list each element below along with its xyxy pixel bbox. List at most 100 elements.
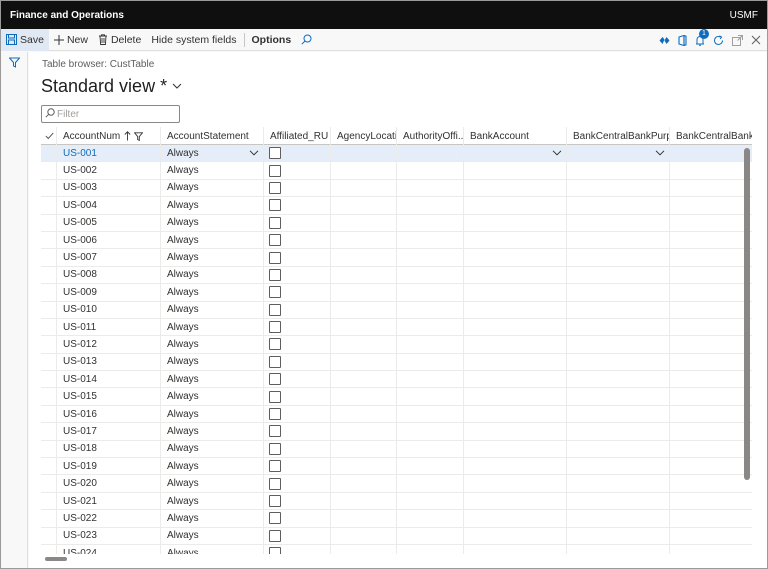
table-row[interactable]: US-009 Always	[41, 284, 752, 302]
cell-accountnum[interactable]: US-013	[57, 353, 161, 371]
cell-accountstatement[interactable]: Always	[161, 440, 264, 458]
cell-authorityoffice[interactable]	[397, 510, 464, 527]
save-button[interactable]: Save	[1, 28, 49, 51]
cell-bankaccount[interactable]	[464, 179, 567, 197]
affiliated-ru-checkbox[interactable]	[269, 529, 281, 542]
cell-accountstatement[interactable]: Always	[161, 336, 264, 353]
cell-agencylocation[interactable]	[331, 336, 397, 353]
affiliated-ru-checkbox[interactable]	[269, 355, 281, 368]
cell-accountstatement[interactable]: Always	[161, 510, 264, 527]
cell-agencylocation[interactable]	[331, 405, 397, 423]
cell-bankaccount[interactable]	[464, 249, 567, 266]
affiliated-ru-checkbox[interactable]	[269, 251, 281, 264]
cell-bankcentralbank[interactable]	[670, 493, 752, 509]
cell-accountstatement[interactable]: Always	[161, 405, 264, 423]
cell-agencylocation[interactable]	[331, 301, 397, 318]
cell-bankcentralbankpurpose[interactable]	[567, 371, 670, 388]
cell-agencylocation[interactable]	[331, 145, 397, 162]
cell-bankcentralbank[interactable]	[670, 284, 752, 300]
cell-bankcentralbankpurpose[interactable]	[567, 214, 670, 231]
cell-accountnum[interactable]: US-022	[57, 510, 161, 527]
cell-bankcentralbank[interactable]	[670, 371, 752, 387]
cell-bankcentralbankpurpose[interactable]	[567, 544, 670, 554]
chevron-down-icon[interactable]	[655, 148, 665, 159]
affiliated-ru-checkbox[interactable]	[269, 164, 281, 177]
cell-bankaccount[interactable]	[464, 458, 567, 475]
cell-authorityoffice[interactable]	[397, 388, 464, 405]
cell-bankaccount[interactable]	[464, 197, 567, 214]
options-tab[interactable]: Options	[247, 29, 297, 51]
cell-bankaccount[interactable]	[464, 318, 567, 336]
row-selector[interactable]	[41, 353, 57, 371]
affiliated-ru-checkbox[interactable]	[269, 477, 281, 490]
cell-agencylocation[interactable]	[331, 179, 397, 197]
affiliated-ru-checkbox[interactable]	[269, 425, 281, 438]
cell-bankaccount[interactable]	[464, 440, 567, 458]
cell-authorityoffice[interactable]	[397, 284, 464, 301]
affiliated-ru-checkbox[interactable]	[269, 303, 281, 316]
hide-system-fields-button[interactable]: Hide system fields	[146, 29, 241, 51]
row-selector[interactable]	[41, 284, 57, 301]
cell-bankaccount[interactable]	[464, 301, 567, 318]
affiliated-ru-checkbox[interactable]	[269, 147, 281, 160]
cell-accountstatement[interactable]: Always	[161, 179, 264, 197]
cell-accountstatement[interactable]: Always	[161, 231, 264, 249]
row-selector[interactable]	[41, 336, 57, 353]
cell-accountstatement[interactable]: Always	[161, 423, 264, 440]
row-selector[interactable]	[41, 492, 57, 510]
table-row[interactable]: US-010 Always	[41, 301, 752, 319]
cell-bankaccount[interactable]	[464, 231, 567, 249]
row-selector[interactable]	[41, 440, 57, 458]
table-row[interactable]: US-015 Always	[41, 388, 752, 406]
cell-bankcentralbank[interactable]	[670, 215, 752, 231]
table-row[interactable]: US-021 Always	[41, 492, 752, 511]
cell-accountstatement[interactable]: Always	[161, 284, 264, 301]
affiliated-ru-checkbox[interactable]	[269, 373, 281, 386]
cell-agencylocation[interactable]	[331, 423, 397, 440]
table-row[interactable]: US-014 Always	[41, 371, 752, 389]
affiliated-ru-checkbox[interactable]	[269, 268, 281, 281]
close-icon[interactable]	[751, 35, 761, 45]
cell-authorityoffice[interactable]	[397, 544, 464, 554]
table-row[interactable]: US-013 Always	[41, 353, 752, 372]
cell-authorityoffice[interactable]	[397, 249, 464, 266]
cell-bankcentralbank[interactable]	[670, 545, 752, 554]
cell-agencylocation[interactable]	[331, 231, 397, 249]
cell-accountnum[interactable]: US-009	[57, 284, 161, 301]
cell-bankcentralbankpurpose[interactable]	[567, 301, 670, 318]
vertical-scrollbar[interactable]	[744, 148, 750, 480]
cell-accountnum[interactable]: US-016	[57, 405, 161, 423]
cell-accountnum[interactable]: US-001	[57, 145, 161, 162]
cell-bankcentralbank[interactable]	[670, 406, 752, 422]
column-header-authorityoffice[interactable]: AuthorityOffi...	[397, 127, 464, 145]
cell-agencylocation[interactable]	[331, 249, 397, 266]
cell-authorityoffice[interactable]	[397, 527, 464, 544]
cell-accountnum[interactable]: US-021	[57, 492, 161, 510]
cell-bankcentralbankpurpose[interactable]	[567, 527, 670, 544]
cell-bankcentralbank[interactable]	[670, 475, 752, 491]
cell-bankcentralbank[interactable]	[670, 180, 752, 196]
cell-agencylocation[interactable]	[331, 214, 397, 231]
cell-accountnum[interactable]: US-015	[57, 388, 161, 405]
cell-accountstatement[interactable]: Always	[161, 197, 264, 214]
table-row[interactable]: US-012 Always	[41, 336, 752, 354]
cell-bankcentralbankpurpose[interactable]	[567, 353, 670, 371]
cell-agencylocation[interactable]	[331, 527, 397, 544]
cell-accountnum[interactable]: US-008	[57, 266, 161, 284]
cell-bankaccount[interactable]	[464, 405, 567, 423]
cell-bankcentralbank[interactable]	[670, 162, 752, 178]
row-selector[interactable]	[41, 214, 57, 231]
cell-accountnum[interactable]: US-010	[57, 301, 161, 318]
cell-agencylocation[interactable]	[331, 388, 397, 405]
company-picker[interactable]: USMF	[730, 10, 758, 21]
cell-agencylocation[interactable]	[331, 544, 397, 554]
cell-authorityoffice[interactable]	[397, 214, 464, 231]
cell-accountstatement[interactable]: Always	[161, 388, 264, 405]
cell-accountnum[interactable]: US-006	[57, 231, 161, 249]
cell-accountnum[interactable]: US-004	[57, 197, 161, 214]
cell-bankaccount[interactable]	[464, 475, 567, 492]
cell-bankaccount[interactable]	[464, 544, 567, 554]
affiliated-ru-checkbox[interactable]	[269, 408, 281, 421]
quick-filter[interactable]	[41, 105, 180, 123]
row-selector[interactable]	[41, 544, 57, 554]
